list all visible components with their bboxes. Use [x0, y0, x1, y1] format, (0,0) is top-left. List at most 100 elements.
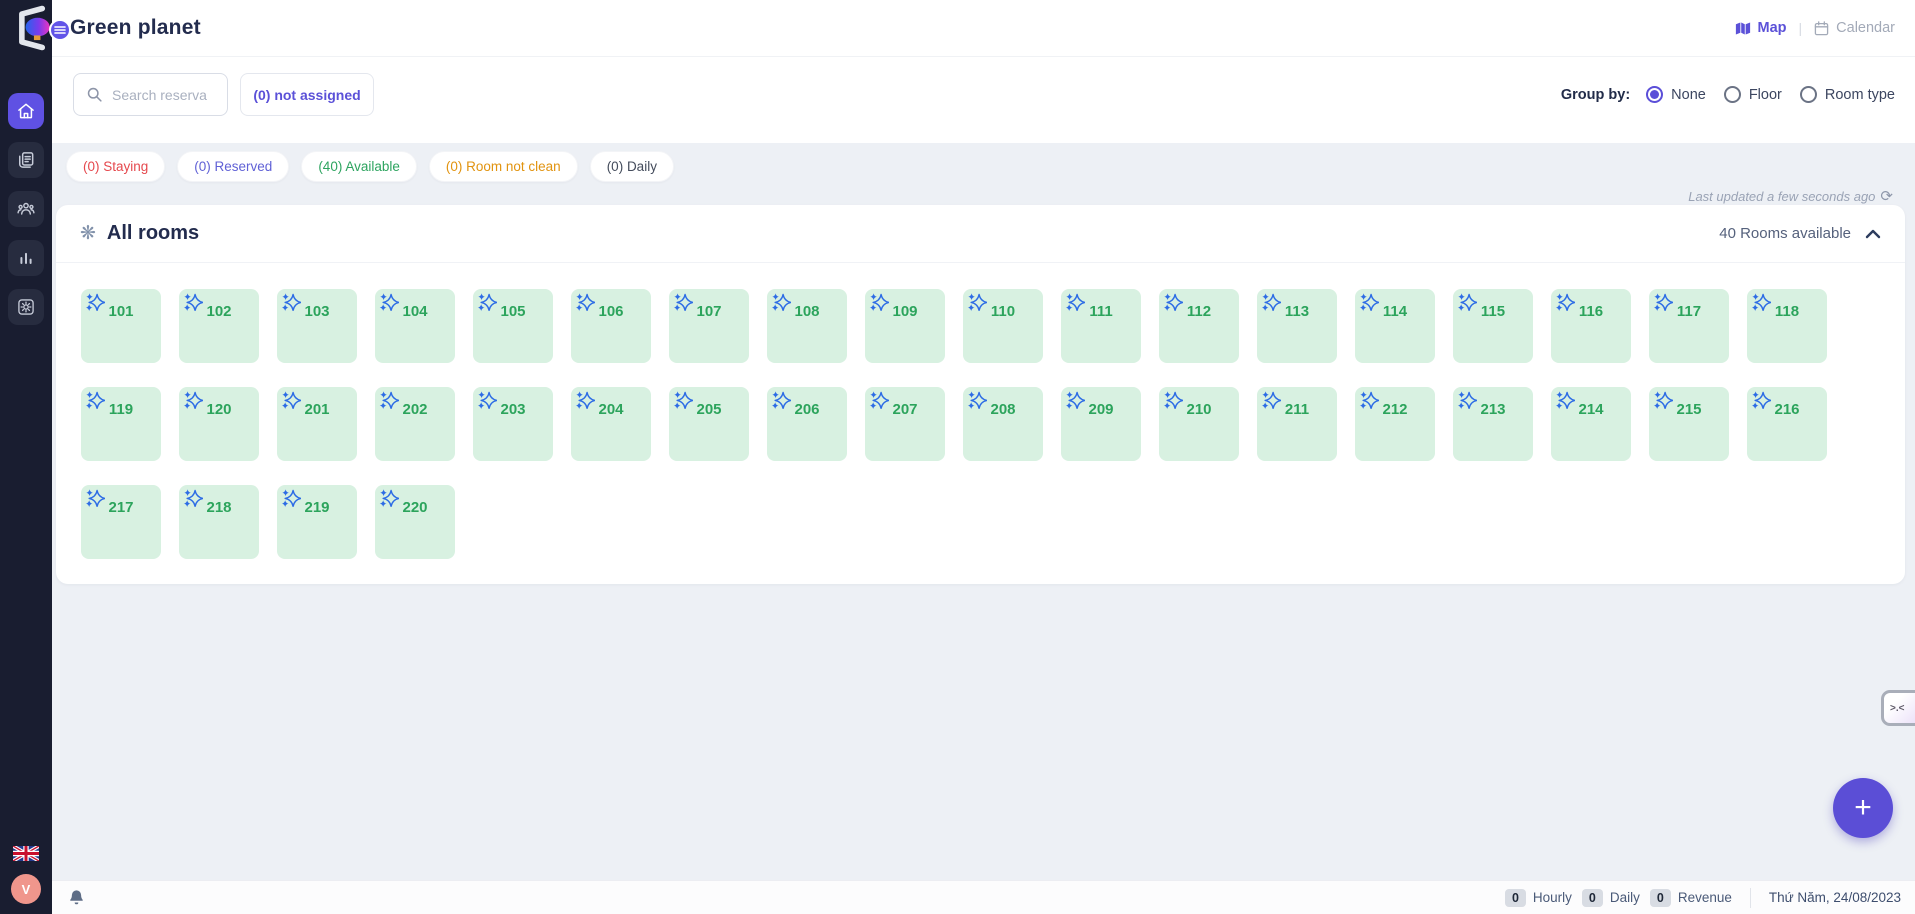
- map-view-button[interactable]: Map: [1735, 20, 1787, 36]
- sidebar-item-home[interactable]: [8, 93, 44, 129]
- language-flag-button[interactable]: [13, 846, 39, 861]
- not-assigned-button[interactable]: (0) not assigned: [240, 73, 374, 116]
- room-number: 215: [1649, 401, 1729, 418]
- footer-stat-list: 0Hourly0Daily0Revenue: [1505, 889, 1732, 907]
- room-card-201[interactable]: 201: [277, 387, 357, 461]
- room-card-220[interactable]: 220: [375, 485, 455, 559]
- add-button[interactable]: +: [1833, 778, 1893, 838]
- group-option-label: None: [1671, 87, 1706, 103]
- group-option-floor[interactable]: Floor: [1724, 86, 1782, 103]
- room-card-111[interactable]: 111: [1061, 289, 1141, 363]
- filter-chip[interactable]: (0) Room not clean: [429, 151, 578, 182]
- group-by-options: None Floor Room type: [1646, 86, 1895, 103]
- group-by: Group by: NoneFloorRoom type: [1561, 57, 1895, 132]
- group-option-room-type[interactable]: Room type: [1800, 86, 1895, 103]
- room-card-217[interactable]: 217: [81, 485, 161, 559]
- search-input[interactable]: [112, 87, 212, 103]
- filter-chip[interactable]: (0) Daily: [590, 151, 674, 182]
- room-card-102[interactable]: 102: [179, 289, 259, 363]
- room-card-112[interactable]: 112: [1159, 289, 1239, 363]
- room-card-207[interactable]: 207: [865, 387, 945, 461]
- filter-chip[interactable]: (0) Reserved: [177, 151, 289, 182]
- room-number: 212: [1355, 401, 1435, 418]
- room-card-208[interactable]: 208: [963, 387, 1043, 461]
- group-option-none[interactable]: None: [1646, 86, 1706, 103]
- room-card-211[interactable]: 211: [1257, 387, 1337, 461]
- room-card-115[interactable]: 115: [1453, 289, 1533, 363]
- radio-icon: [1800, 86, 1817, 103]
- sidebar-item-settings[interactable]: [8, 289, 44, 325]
- room-card-202[interactable]: 202: [375, 387, 455, 461]
- sidebar-item-reservations[interactable]: [8, 142, 44, 178]
- room-card-216[interactable]: 216: [1747, 387, 1827, 461]
- view-separator: |: [1799, 20, 1803, 36]
- search-box: [73, 73, 228, 116]
- settings-gear-icon: [16, 297, 36, 317]
- room-number: 119: [81, 401, 161, 418]
- footer-stat-revenue: 0Revenue: [1650, 889, 1732, 907]
- notification-bell-icon[interactable]: [68, 888, 85, 907]
- calendar-label: Calendar: [1836, 20, 1895, 36]
- room-number: 206: [767, 401, 847, 418]
- room-card-116[interactable]: 116: [1551, 289, 1631, 363]
- room-card-118[interactable]: 118: [1747, 289, 1827, 363]
- panel-collapse-button[interactable]: 40 Rooms available: [1719, 225, 1881, 242]
- room-card-209[interactable]: 209: [1061, 387, 1141, 461]
- room-card-114[interactable]: 114: [1355, 289, 1435, 363]
- room-card-108[interactable]: 108: [767, 289, 847, 363]
- room-card-203[interactable]: 203: [473, 387, 553, 461]
- room-number: 107: [669, 303, 749, 320]
- room-card-119[interactable]: 119: [81, 387, 161, 461]
- room-card-103[interactable]: 103: [277, 289, 357, 363]
- filter-chip[interactable]: (0) Staying: [66, 151, 165, 182]
- room-card-215[interactable]: 215: [1649, 387, 1729, 461]
- room-card-113[interactable]: 113: [1257, 289, 1337, 363]
- bottom-bar: 0Hourly0Daily0Revenue Thứ Năm, 24/08/202…: [52, 880, 1915, 914]
- room-card-210[interactable]: 210: [1159, 387, 1239, 461]
- room-card-101[interactable]: 101: [81, 289, 161, 363]
- room-card-117[interactable]: 117: [1649, 289, 1729, 363]
- room-card-120[interactable]: 120: [179, 387, 259, 461]
- room-card-212[interactable]: 212: [1355, 387, 1435, 461]
- app-logo[interactable]: [7, 3, 59, 53]
- refresh-icon[interactable]: ⟳: [1880, 187, 1893, 205]
- search-icon: [86, 86, 103, 103]
- stat-label: Hourly: [1533, 890, 1572, 905]
- rooms-available-label: 40 Rooms available: [1719, 225, 1851, 242]
- all-rooms-panel: ❋ All rooms 40 Rooms available 101102 103…: [56, 205, 1905, 584]
- room-number: 209: [1061, 401, 1141, 418]
- room-number: 103: [277, 303, 357, 320]
- room-number: 216: [1747, 401, 1827, 418]
- stat-label: Revenue: [1678, 890, 1732, 905]
- last-updated-text: Last updated a few seconds ago: [1688, 189, 1875, 204]
- room-number: 219: [277, 499, 357, 516]
- app-root: V Green planet Map | Calendar: [0, 0, 1915, 914]
- room-card-107[interactable]: 107: [669, 289, 749, 363]
- room-card-214[interactable]: 214: [1551, 387, 1631, 461]
- room-card-218[interactable]: 218: [179, 485, 259, 559]
- sidebar-item-reports[interactable]: [8, 240, 44, 276]
- calendar-view-button[interactable]: Calendar: [1814, 20, 1895, 36]
- user-avatar[interactable]: V: [11, 874, 41, 904]
- room-number: 218: [179, 499, 259, 516]
- room-number: 114: [1355, 303, 1435, 320]
- room-card-204[interactable]: 204: [571, 387, 651, 461]
- header: Green planet Map | Calendar: [52, 0, 1915, 57]
- map-icon: [1735, 21, 1751, 36]
- sidebar-item-guests[interactable]: [8, 191, 44, 227]
- room-card-213[interactable]: 213: [1453, 387, 1533, 461]
- room-card-109[interactable]: 109: [865, 289, 945, 363]
- radio-icon: [1646, 86, 1663, 103]
- room-card-110[interactable]: 110: [963, 289, 1043, 363]
- room-number: 117: [1649, 303, 1729, 320]
- feedback-widget[interactable]: >.<: [1881, 690, 1915, 726]
- room-card-219[interactable]: 219: [277, 485, 357, 559]
- room-card-106[interactable]: 106: [571, 289, 651, 363]
- room-card-104[interactable]: 104: [375, 289, 455, 363]
- room-card-105[interactable]: 105: [473, 289, 553, 363]
- room-card-205[interactable]: 205: [669, 387, 749, 461]
- filter-chip[interactable]: (40) Available: [301, 151, 417, 182]
- room-card-206[interactable]: 206: [767, 387, 847, 461]
- menu-badge-icon[interactable]: [49, 19, 71, 41]
- panel-header: ❋ All rooms 40 Rooms available: [56, 205, 1905, 263]
